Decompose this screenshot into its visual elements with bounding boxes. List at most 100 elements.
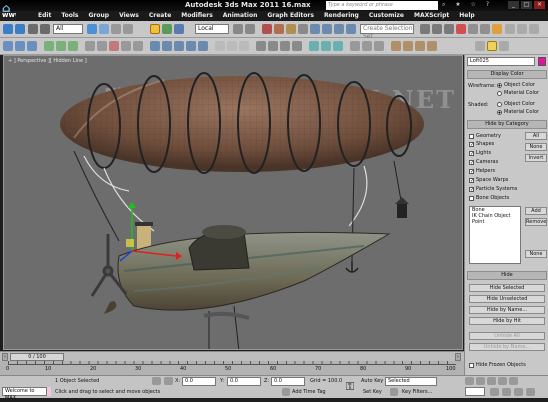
- display-tool-1-icon[interactable]: [215, 41, 225, 51]
- spacewarp-icon[interactable]: [186, 41, 196, 51]
- unhide-by-name-button[interactable]: Unhide by Name...: [469, 343, 545, 351]
- z-coordinate-field[interactable]: 0.0: [271, 377, 305, 386]
- menu-help[interactable]: Help: [459, 11, 474, 21]
- camera-icon[interactable]: [162, 41, 172, 51]
- display-tool-2-icon[interactable]: [227, 41, 237, 51]
- pan-icon[interactable]: [502, 388, 511, 396]
- object-color-swatch[interactable]: [538, 57, 546, 66]
- edit-poly-icon[interactable]: [97, 41, 107, 51]
- utility-6-icon[interactable]: [321, 41, 331, 51]
- move-icon[interactable]: [150, 24, 160, 34]
- display-tab-icon[interactable]: [487, 41, 497, 51]
- curve-editor-icon[interactable]: [432, 24, 442, 34]
- list-none-button[interactable]: None: [525, 250, 547, 258]
- auto-key-button[interactable]: Auto Key: [361, 378, 383, 384]
- rotate-icon[interactable]: [162, 24, 172, 34]
- category-list-item[interactable]: Point: [470, 219, 520, 225]
- menu-rendering[interactable]: Rendering: [324, 11, 359, 21]
- hide-selected-button[interactable]: Hide Selected: [469, 284, 545, 292]
- hide-header[interactable]: Hide: [467, 271, 547, 280]
- utility-14-icon[interactable]: [427, 41, 437, 51]
- reference-coord-dropdown[interactable]: Local: [195, 24, 229, 34]
- add-time-tag-button[interactable]: Add Time Tag: [292, 389, 326, 395]
- render-production-icon[interactable]: [492, 24, 502, 34]
- utility-10-icon[interactable]: [374, 41, 384, 51]
- zoom-icon[interactable]: [490, 388, 499, 396]
- percent-snap-icon[interactable]: [286, 24, 296, 34]
- menu-graph-editors[interactable]: Graph Editors: [267, 11, 314, 21]
- category-list[interactable]: Bone IK Chain Object Point: [469, 206, 521, 264]
- spline-icon[interactable]: [133, 41, 143, 51]
- orbit-icon[interactable]: [514, 388, 523, 396]
- object-paint-icon[interactable]: [44, 41, 54, 51]
- pivot-icon[interactable]: [233, 24, 243, 34]
- menu-maxscript[interactable]: MAXScript: [414, 11, 449, 21]
- category-helpers-checkbox[interactable]: ✓ Helpers: [469, 168, 495, 174]
- next-key-icon[interactable]: [498, 377, 507, 385]
- rendered-frame-window-icon[interactable]: [480, 24, 490, 34]
- system-icon[interactable]: [198, 41, 208, 51]
- motion-tab-icon[interactable]: [475, 41, 485, 51]
- graphite-tool-3-icon[interactable]: [27, 41, 37, 51]
- airship-scene[interactable]: [4, 56, 463, 350]
- category-shapes-checkbox[interactable]: ✓ Shapes: [469, 141, 494, 147]
- previous-key-icon[interactable]: [476, 377, 485, 385]
- utility-4-icon[interactable]: [292, 41, 302, 51]
- layer-manager-icon[interactable]: [346, 24, 356, 34]
- wireframe-object-color-radio[interactable]: Object Color: [497, 82, 535, 88]
- maxscript-listener[interactable]: Welcome to MAX: [2, 387, 47, 401]
- graphite-tool-2-icon[interactable]: [15, 41, 25, 51]
- category-cameras-checkbox[interactable]: ✓ Cameras: [469, 159, 498, 165]
- absolute-mode-icon[interactable]: [164, 377, 173, 385]
- selection-tool-icon[interactable]: [85, 41, 95, 51]
- graphite-tool-1-icon[interactable]: [3, 41, 13, 51]
- mirror-icon[interactable]: [322, 24, 332, 34]
- menu-edit[interactable]: Edit: [38, 11, 51, 21]
- display-color-header[interactable]: Display Color: [467, 70, 547, 79]
- selection-filter-dropdown[interactable]: All: [53, 24, 83, 34]
- utility-9-icon[interactable]: [362, 41, 372, 51]
- go-to-end-icon[interactable]: [509, 377, 518, 385]
- angle-snap-icon[interactable]: [274, 24, 284, 34]
- scale-icon[interactable]: [174, 24, 184, 34]
- category-all-button[interactable]: All: [525, 132, 547, 140]
- hide-by-hit-button[interactable]: Hide by Hit: [469, 317, 545, 325]
- hide-by-name-button[interactable]: Hide by Name...: [469, 306, 545, 314]
- wireframe-material-color-radio[interactable]: Material Color: [497, 90, 539, 96]
- category-geometry-checkbox[interactable]: Geometry: [469, 133, 501, 139]
- current-frame-field[interactable]: [465, 387, 485, 396]
- time-slider-thumb[interactable]: 0 / 100: [10, 353, 64, 361]
- spinner-snap-icon[interactable]: [298, 24, 308, 34]
- redo-icon[interactable]: [15, 24, 25, 34]
- category-bone-objects-checkbox[interactable]: Bone Objects: [469, 195, 509, 201]
- display-tool-3-icon[interactable]: [239, 41, 249, 51]
- utility-5-icon[interactable]: [309, 41, 319, 51]
- category-lights-checkbox[interactable]: ✓ Lights: [469, 150, 491, 156]
- key-icon[interactable]: ⚿: [343, 378, 357, 395]
- menu-views[interactable]: Views: [119, 11, 139, 21]
- hide-frozen-objects-checkbox[interactable]: Hide Frozen Objects: [469, 362, 526, 368]
- category-particle-systems-checkbox[interactable]: ✓ Particle Systems: [469, 186, 517, 192]
- undo-icon[interactable]: [3, 24, 13, 34]
- list-add-button[interactable]: Add: [525, 207, 547, 215]
- play-icon[interactable]: [487, 377, 496, 385]
- list-remove-button[interactable]: Remove: [525, 218, 547, 226]
- maximize-button[interactable]: □: [521, 1, 532, 9]
- key-mode-dropdown[interactable]: Selected: [385, 377, 437, 386]
- maximize-viewport-icon[interactable]: [526, 388, 535, 396]
- edit-named-selections-icon[interactable]: [310, 24, 320, 34]
- menu-customize[interactable]: Customize: [369, 11, 404, 21]
- category-space-warps-checkbox[interactable]: ✓ Space Warps: [469, 177, 508, 183]
- utility-13-icon[interactable]: [415, 41, 425, 51]
- category-invert-button[interactable]: Invert: [525, 154, 547, 162]
- hide-unselected-button[interactable]: Hide Unselected: [469, 295, 545, 303]
- key-filters-icon[interactable]: [390, 388, 398, 396]
- utility-7-icon[interactable]: [333, 41, 343, 51]
- unlink-icon[interactable]: [40, 24, 50, 34]
- y-coordinate-field[interactable]: 0.0: [227, 377, 261, 386]
- x-coordinate-field[interactable]: 0.0: [182, 377, 216, 386]
- utility-8-icon[interactable]: [350, 41, 360, 51]
- light-icon[interactable]: [150, 41, 160, 51]
- next-frame-icon[interactable]: ›: [455, 353, 461, 361]
- helper-icon[interactable]: [174, 41, 184, 51]
